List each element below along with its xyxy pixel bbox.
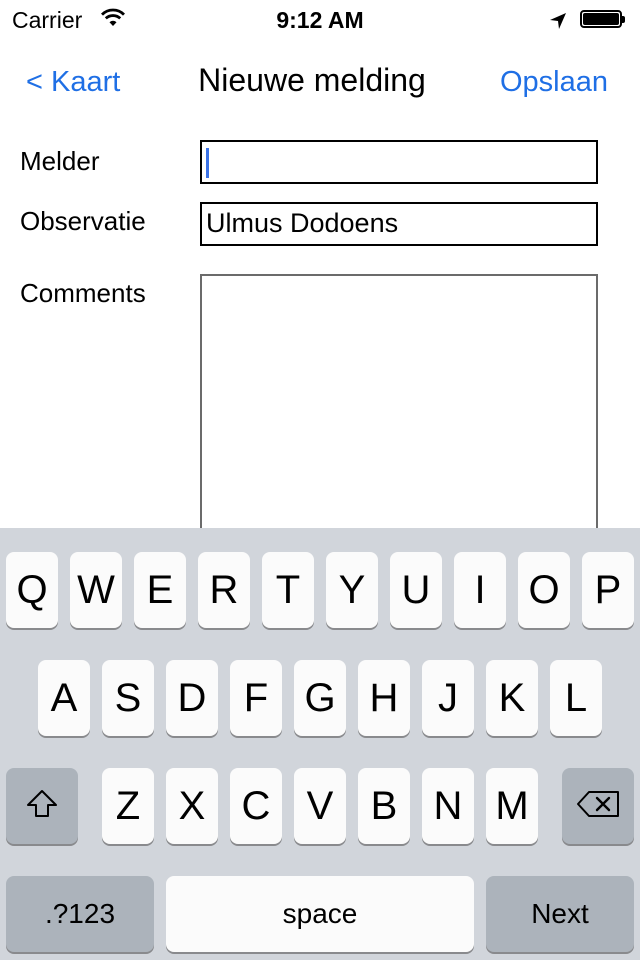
- observatie-value: Ulmus Dodoens: [206, 208, 399, 238]
- melder-label: Melder: [20, 146, 100, 176]
- shift-key[interactable]: [6, 768, 78, 844]
- save-button[interactable]: Opslaan: [500, 66, 608, 99]
- key-q[interactable]: Q: [6, 552, 58, 628]
- key-y[interactable]: Y: [326, 552, 378, 628]
- key-u[interactable]: U: [390, 552, 442, 628]
- observatie-field[interactable]: Ulmus Dodoens: [200, 202, 598, 246]
- delete-key[interactable]: [562, 768, 634, 844]
- key-z[interactable]: Z: [102, 768, 154, 844]
- key-p[interactable]: P: [582, 552, 634, 628]
- key-t[interactable]: T: [262, 552, 314, 628]
- key-x[interactable]: X: [166, 768, 218, 844]
- key-i[interactable]: I: [454, 552, 506, 628]
- shift-arrow-icon: [26, 768, 58, 844]
- melder-field[interactable]: [200, 140, 598, 184]
- backspace-icon: [575, 768, 621, 844]
- key-e[interactable]: E: [134, 552, 186, 628]
- key-w[interactable]: W: [70, 552, 122, 628]
- key-r[interactable]: R: [198, 552, 250, 628]
- key-v[interactable]: V: [294, 768, 346, 844]
- key-j[interactable]: J: [422, 660, 474, 736]
- clock-time: 9:12 AM: [276, 7, 364, 33]
- navigation-bar: < Kaart Nieuwe melding Opslaan: [0, 40, 640, 128]
- key-o[interactable]: O: [518, 552, 570, 628]
- observatie-label: Observatie: [20, 206, 146, 236]
- key-h[interactable]: H: [358, 660, 410, 736]
- key-g[interactable]: G: [294, 660, 346, 736]
- key-k[interactable]: K: [486, 660, 538, 736]
- location-arrow-icon: [548, 11, 568, 36]
- key-c[interactable]: C: [230, 768, 282, 844]
- key-m[interactable]: M: [486, 768, 538, 844]
- comments-label: Comments: [20, 278, 146, 308]
- key-d[interactable]: D: [166, 660, 218, 736]
- key-f[interactable]: F: [230, 660, 282, 736]
- battery-icon: [580, 10, 626, 30]
- numbers-key[interactable]: .?123: [6, 876, 154, 952]
- key-l[interactable]: L: [550, 660, 602, 736]
- next-key[interactable]: Next: [486, 876, 634, 952]
- text-cursor: [206, 148, 209, 178]
- key-n[interactable]: N: [422, 768, 474, 844]
- status-bar: Carrier 9:12 AM: [0, 0, 640, 40]
- space-key[interactable]: space: [166, 876, 474, 952]
- key-s[interactable]: S: [102, 660, 154, 736]
- key-a[interactable]: A: [38, 660, 90, 736]
- key-b[interactable]: B: [358, 768, 410, 844]
- keyboard: Q W E R T Y U I O P A S D F G H J K L Z …: [0, 528, 640, 960]
